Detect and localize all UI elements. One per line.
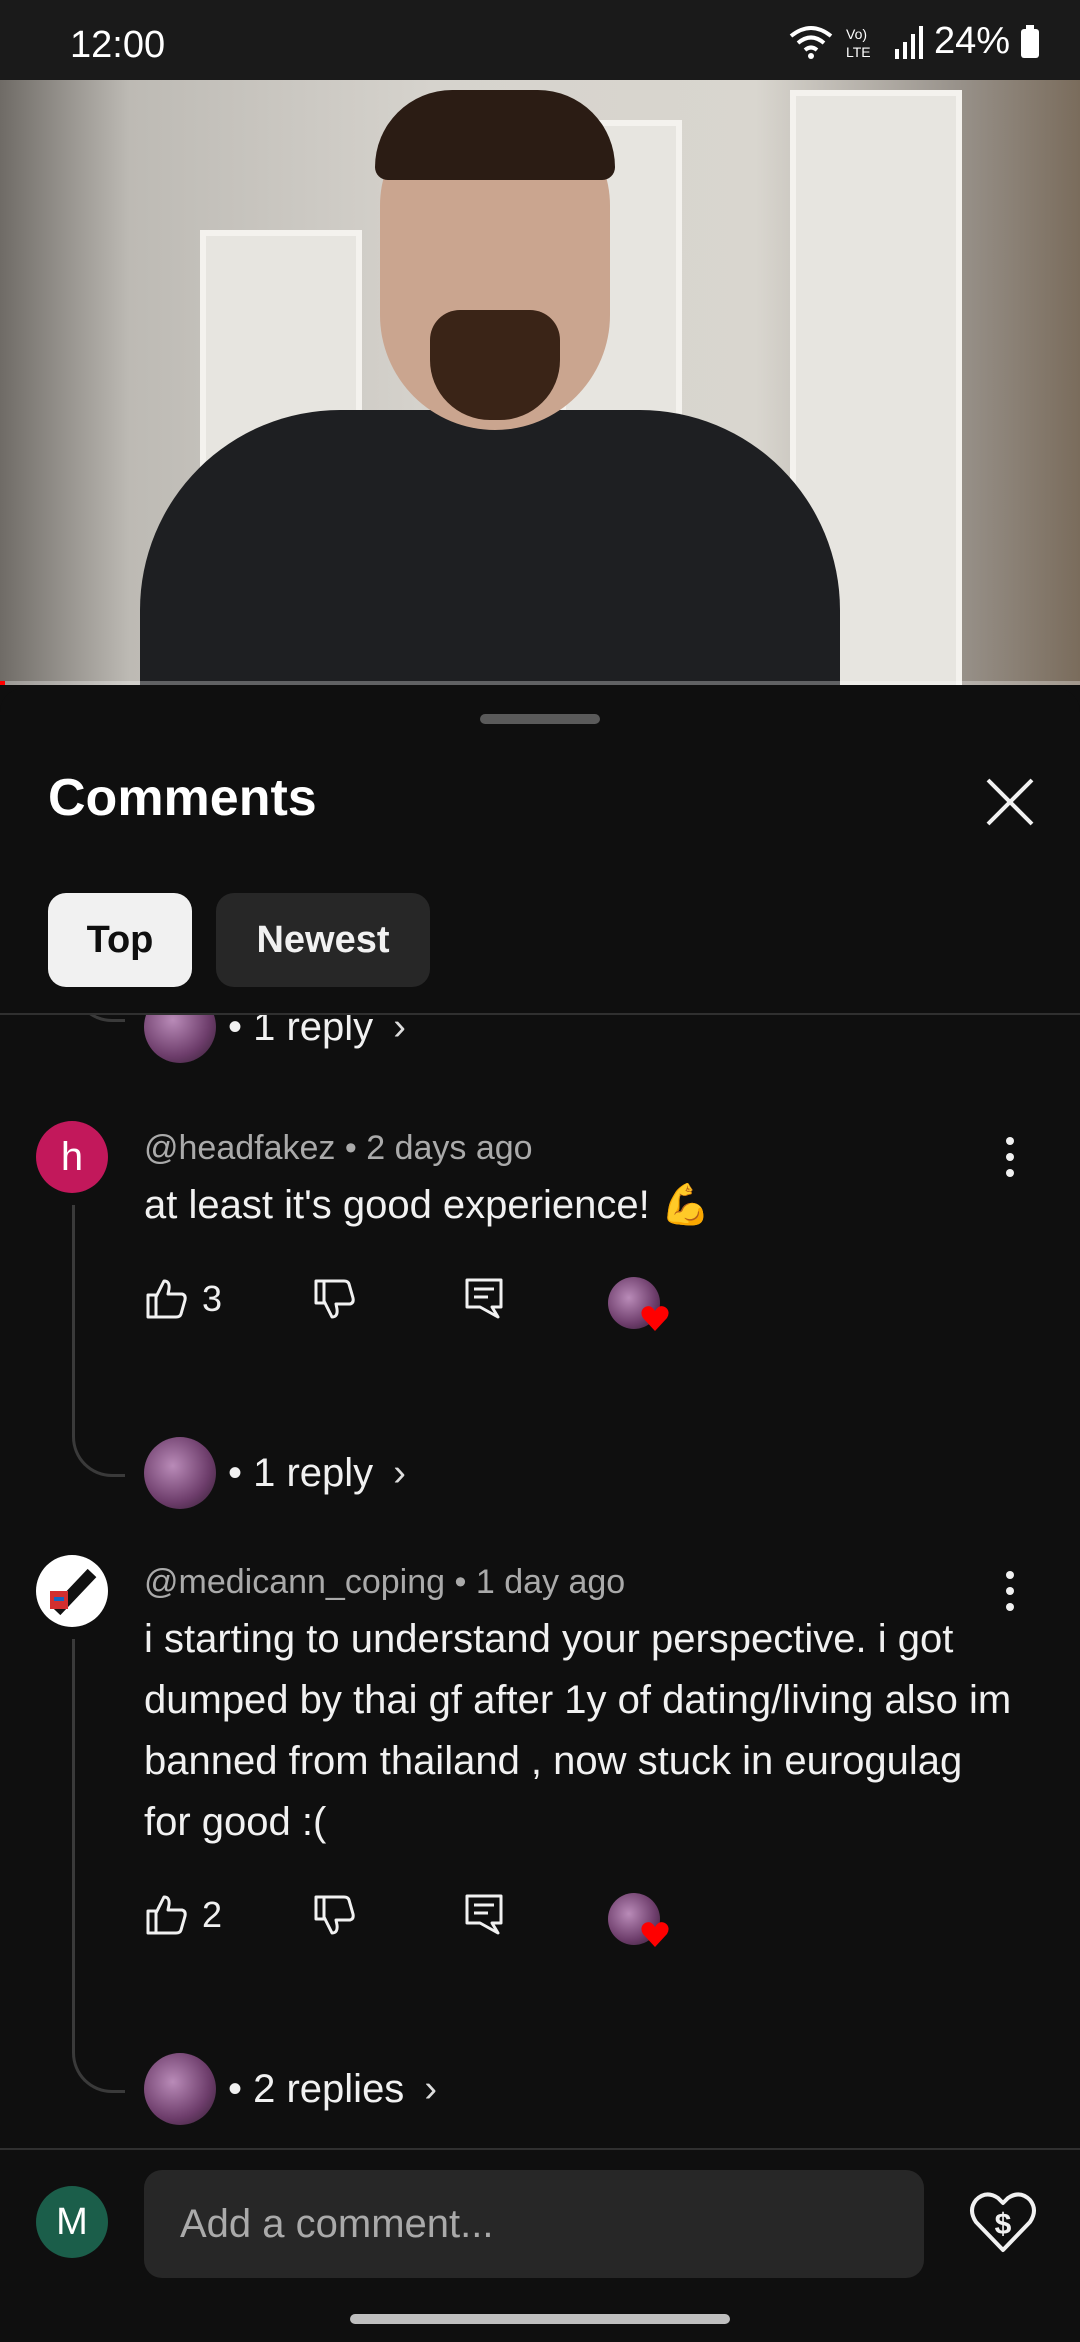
reply-button[interactable] xyxy=(464,1277,504,1321)
sheet-title: Comments xyxy=(48,769,317,827)
thumbs-down-icon xyxy=(314,1895,355,1935)
comment-actions: 3 xyxy=(144,1277,1004,1337)
comment-text: at least it's good experience! 💪 xyxy=(144,1183,711,1227)
view-replies-button[interactable]: • 2 replies › xyxy=(144,2053,437,2125)
volte-icon: Vo) LTE xyxy=(846,26,871,60)
heart-icon xyxy=(641,1922,669,1947)
svg-text:$: $ xyxy=(995,2208,1012,2241)
reply-count: • 2 replies xyxy=(228,2066,405,2111)
thumbs-up-icon xyxy=(146,1279,187,1319)
chevron-right-icon: › xyxy=(393,1451,406,1494)
wifi-icon xyxy=(789,25,833,59)
comment-author[interactable]: @medicann_coping xyxy=(144,1563,445,1601)
status-time: 12:00 xyxy=(70,24,166,66)
reply-avatar xyxy=(144,1015,216,1063)
comment-icon xyxy=(465,1894,503,1935)
like-count: 3 xyxy=(202,1278,223,1319)
dislike-button[interactable] xyxy=(312,1893,356,1937)
reply-count: • 1 reply xyxy=(228,1015,374,1049)
reply-avatar xyxy=(144,2053,216,2125)
video-person-hair xyxy=(375,90,615,180)
separator-dot: • xyxy=(344,1129,357,1167)
channel-logo-icon xyxy=(37,1556,107,1626)
battery-percent: 24% xyxy=(933,20,1010,62)
more-options-icon[interactable] xyxy=(990,1561,1030,1621)
heart-icon xyxy=(641,1306,669,1331)
comment-meta: @headfakez • 2 days ago xyxy=(144,1129,533,1168)
signal-icon xyxy=(894,25,923,59)
filter-chip-newest[interactable]: Newest xyxy=(216,893,430,987)
reply-avatar xyxy=(144,1437,216,1509)
comment-author[interactable]: @headfakez xyxy=(144,1129,335,1167)
chevron-right-icon: › xyxy=(393,1015,406,1048)
comment-time: 1 day ago xyxy=(475,1563,626,1601)
view-replies-button[interactable]: • 1 reply › xyxy=(144,1437,406,1509)
comment-actions: 2 xyxy=(144,1893,1004,1953)
like-button[interactable]: 3 xyxy=(144,1277,222,1321)
chevron-right-icon: › xyxy=(424,2067,437,2110)
avatar[interactable]: h xyxy=(36,1121,108,1193)
super-thanks-icon[interactable]: $ xyxy=(968,2188,1038,2258)
video-person-body xyxy=(140,410,840,685)
user-initial: M xyxy=(56,2200,88,2243)
filter-chip-top[interactable]: Top xyxy=(48,893,192,987)
creator-heart xyxy=(608,1893,678,1953)
comment-list[interactable]: • 1 reply › h @headfakez • 2 days ago at… xyxy=(0,1015,1080,2135)
thumbs-up-icon xyxy=(146,1895,187,1935)
video-progress-fill xyxy=(0,681,6,685)
comment-composer: M Add a comment... $ xyxy=(0,2148,1080,2342)
video-progress-bar[interactable] xyxy=(0,681,1080,685)
comment-icon xyxy=(465,1278,503,1319)
gesture-nav-bar[interactable] xyxy=(350,2314,730,2324)
drag-handle[interactable] xyxy=(480,714,600,724)
battery-icon xyxy=(1021,24,1039,58)
separator-dot: • xyxy=(454,1563,467,1601)
comment-time: 2 days ago xyxy=(366,1129,533,1167)
thumbs-down-icon xyxy=(314,1279,355,1319)
close-icon[interactable] xyxy=(980,772,1040,832)
svg-text:Vo): Vo) xyxy=(846,26,867,42)
user-avatar[interactable]: M xyxy=(36,2186,108,2258)
video-player[interactable] xyxy=(0,80,1080,685)
status-icons: Vo) LTE 24% xyxy=(788,20,1040,63)
like-button[interactable]: 2 xyxy=(144,1893,222,1937)
reply-button[interactable] xyxy=(464,1893,504,1937)
reply-count: • 1 reply xyxy=(228,1450,374,1495)
avatar[interactable] xyxy=(36,1555,108,1627)
like-count: 2 xyxy=(202,1894,223,1935)
dislike-button[interactable] xyxy=(312,1277,356,1321)
comments-sheet: Comments Top Newest • 1 reply › h @headf… xyxy=(0,688,1080,2340)
thread-line xyxy=(72,1205,125,1477)
thread-line xyxy=(72,1015,125,1022)
video-person-beard xyxy=(430,310,560,420)
status-bar: 12:00 Vo) LTE 24% xyxy=(0,0,1080,80)
more-options-icon[interactable] xyxy=(990,1127,1030,1187)
view-replies-button[interactable]: • 1 reply › xyxy=(144,1015,406,1063)
creator-heart xyxy=(608,1277,678,1337)
avatar-letter: h xyxy=(60,1134,84,1179)
svg-text:LTE: LTE xyxy=(846,44,871,60)
comment-text: i starting to understand your perspectiv… xyxy=(144,1617,1012,1844)
thread-line xyxy=(72,1639,125,2093)
comment-meta: @medicann_coping • 1 day ago xyxy=(144,1563,625,1602)
add-comment-input[interactable]: Add a comment... xyxy=(144,2170,924,2278)
